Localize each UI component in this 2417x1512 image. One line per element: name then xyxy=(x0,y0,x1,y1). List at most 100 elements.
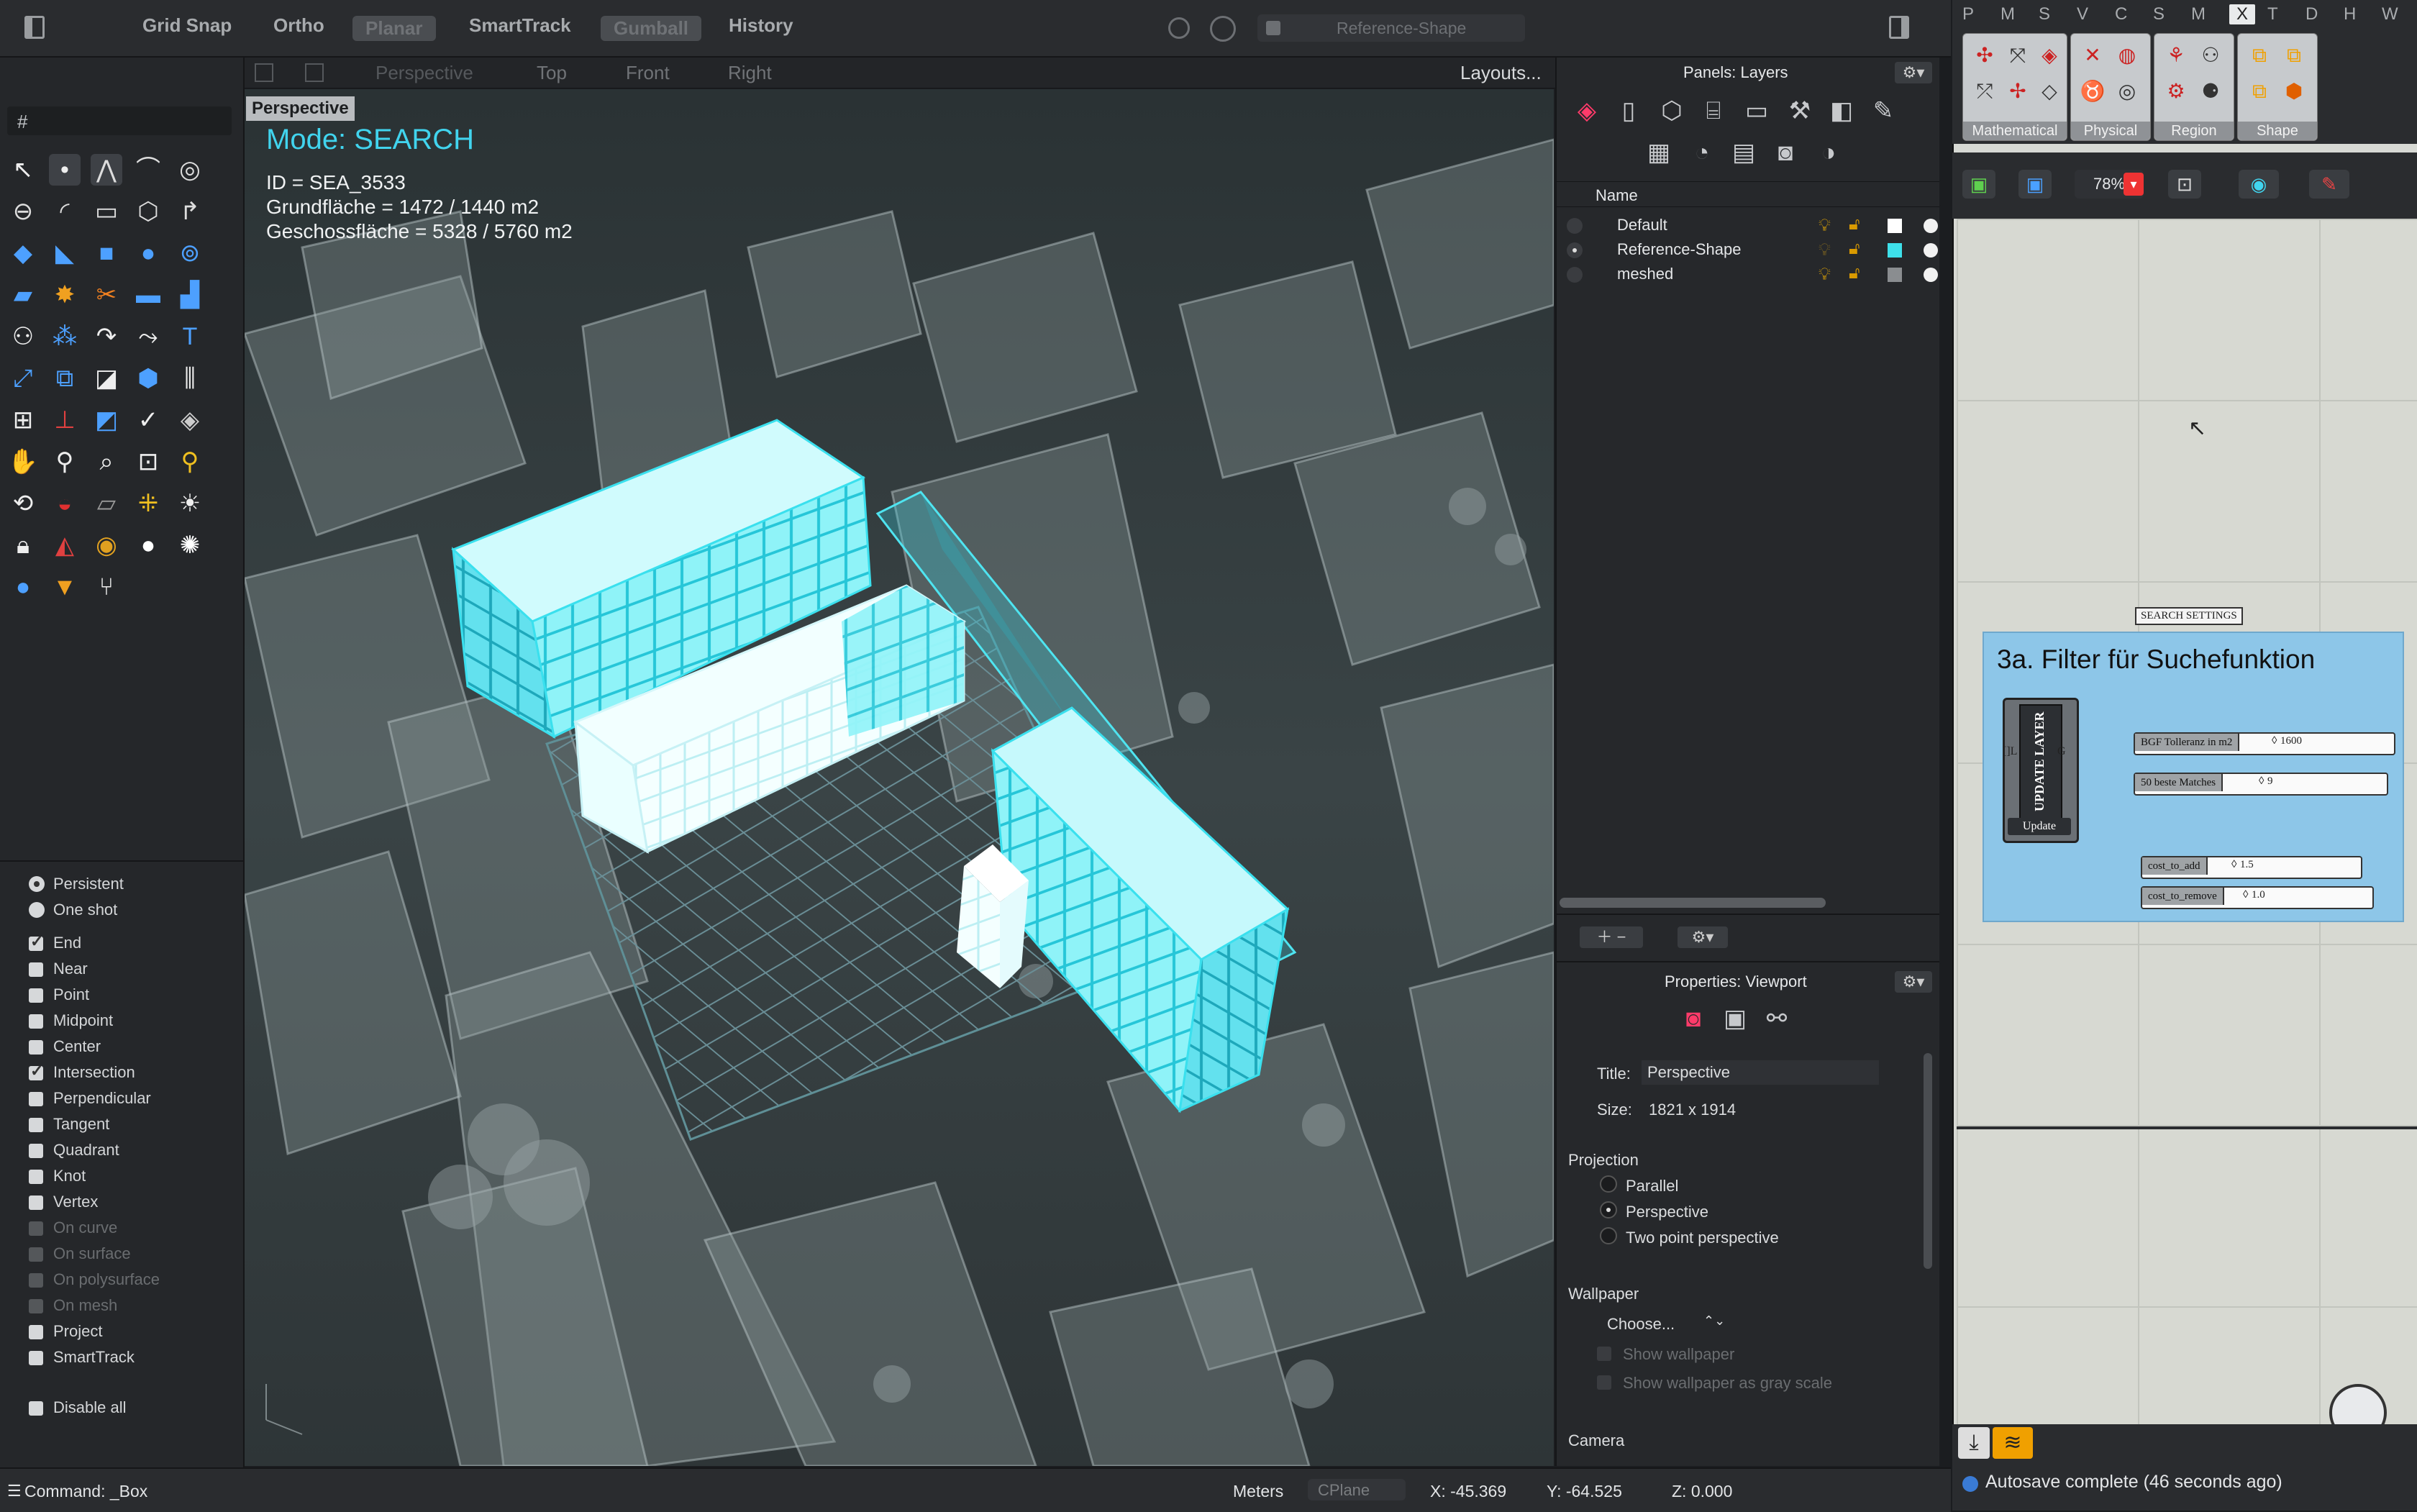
units-label[interactable]: Meters xyxy=(1233,1482,1283,1501)
download-icon[interactable]: ⤓ xyxy=(1958,1427,1990,1459)
update-layer-component[interactable]: UPDATE LAYER Update xyxy=(2003,698,2079,843)
cplane-icon[interactable]: ▱ xyxy=(91,488,122,519)
shape-component-icon[interactable]: ⧉ xyxy=(2245,77,2274,106)
material-swatch[interactable] xyxy=(1924,219,1938,233)
text-icon[interactable]: T xyxy=(174,321,206,352)
hierarchy-icon[interactable]: ⑂ xyxy=(91,571,122,603)
osnap-icon[interactable] xyxy=(1210,16,1236,42)
name-column-header[interactable]: Name xyxy=(1596,186,1638,205)
lock-icon[interactable]: 🔓︎ xyxy=(1849,263,1860,283)
add-remove-layer-icon[interactable]: ＋ − xyxy=(1580,926,1643,948)
tab-top[interactable]: Top xyxy=(537,62,567,84)
lock-icon[interactable]: 🔒︎ xyxy=(7,529,39,561)
layout-page-icon[interactable]: ⌸ xyxy=(1698,95,1729,127)
mesh-icon[interactable]: ◩ xyxy=(91,404,122,436)
split-icon[interactable]: ▬ xyxy=(132,279,164,311)
gh-tab[interactable]: X xyxy=(2229,4,2256,24)
link-props-icon[interactable]: ⚯ xyxy=(1761,1003,1793,1034)
frame-props-icon[interactable]: ▣ xyxy=(1719,1003,1751,1034)
display-icon[interactable]: ▭ xyxy=(1741,95,1772,127)
ungroup-icon[interactable]: ⁂ xyxy=(49,321,81,352)
physical-component-icon[interactable]: ◍ xyxy=(2113,41,2141,70)
properties-gear-icon[interactable]: ⚙▾ xyxy=(1895,971,1932,993)
zoom-selected-icon[interactable]: ⚲ xyxy=(174,446,206,478)
gumball-toggle[interactable]: Gumball xyxy=(601,16,702,41)
slider-grip[interactable]: ◊ xyxy=(2272,735,2277,747)
layer-color-swatch[interactable] xyxy=(1888,268,1902,282)
environment-tab-icon[interactable]: ◔ xyxy=(1686,137,1718,168)
region-component-icon[interactable]: ⚘ xyxy=(2162,41,2190,70)
cost-to-add-slider[interactable]: cost_to_add ◊ 1.5 xyxy=(2141,856,2362,879)
layer-name[interactable]: Reference-Shape xyxy=(1617,240,1741,259)
render-sphere-icon[interactable]: ● xyxy=(132,529,164,561)
physical-component-icon[interactable]: ◎ xyxy=(2113,77,2141,106)
gh-tab[interactable]: M xyxy=(2191,4,2206,24)
tab-right[interactable]: Right xyxy=(728,62,772,84)
ellipse-icon[interactable]: ⊖ xyxy=(7,196,39,227)
tab-front[interactable]: Front xyxy=(626,62,670,84)
layer-color-swatch[interactable] xyxy=(1888,219,1902,233)
layers-tab-icon[interactable]: ◈ xyxy=(1571,95,1603,127)
right-sidebar-toggle-icon[interactable] xyxy=(1889,16,1909,39)
current-layer-dot[interactable] xyxy=(1567,242,1583,258)
layer-row[interactable]: Default 💡︎ 🔓︎ xyxy=(1557,213,1939,237)
ground-plane-icon[interactable]: ▤ xyxy=(1728,137,1760,168)
sphere-icon[interactable]: ● xyxy=(132,237,164,269)
gh-tab[interactable]: C xyxy=(2115,4,2127,24)
plugin-icon[interactable]: ≋ xyxy=(1993,1427,2033,1459)
gh-tab[interactable]: P xyxy=(1962,4,1974,24)
layers-scrollbar[interactable] xyxy=(1560,898,1826,908)
shape-component-icon[interactable]: ⬢ xyxy=(2280,77,2308,106)
gh-tab[interactable]: V xyxy=(2077,4,2088,24)
current-layer-selector[interactable]: Reference-Shape xyxy=(1257,14,1525,42)
lock-icon[interactable]: 🔓︎ xyxy=(1849,214,1860,234)
surface-icon[interactable]: ◆ xyxy=(7,237,39,269)
shape-component-icon[interactable]: ⧉ xyxy=(2245,41,2274,70)
cost-to-remove-slider[interactable]: cost_to_remove ◊ 1.0 xyxy=(2141,886,2374,909)
material-swatch[interactable] xyxy=(1924,243,1938,258)
cylinder-icon[interactable]: ⊚ xyxy=(174,237,206,269)
rotate-icon[interactable]: ↷ xyxy=(91,321,122,352)
group-icon[interactable]: ⚇ xyxy=(7,321,39,352)
environment-icon[interactable]: ● xyxy=(7,571,39,603)
planar-toggle[interactable]: Planar xyxy=(352,16,436,41)
layer-color-swatch[interactable] xyxy=(1888,243,1902,258)
best-matches-slider[interactable]: 50 beste Matches ◊ 9 xyxy=(2134,773,2388,796)
open-file-icon[interactable]: ▣ xyxy=(1962,170,1995,199)
arc-icon[interactable]: ◜ xyxy=(49,196,81,227)
gh-tab[interactable]: W xyxy=(2382,4,2398,24)
trim-icon[interactable]: ✂ xyxy=(91,279,122,311)
sidebar-toggle-icon[interactable] xyxy=(24,16,45,39)
circle-icon[interactable]: ◎ xyxy=(174,154,206,186)
zoom-extents-icon[interactable]: ⊡ xyxy=(132,446,164,478)
explode-icon[interactable]: ✸ xyxy=(49,279,81,311)
copy-icon[interactable]: ⧉ xyxy=(49,363,81,394)
curve-icon[interactable]: ⌒ xyxy=(132,154,164,186)
viewport-grid-icon[interactable] xyxy=(255,63,273,82)
title-field[interactable]: Perspective xyxy=(1642,1060,1879,1085)
dimension-icon[interactable]: ⊥ xyxy=(49,404,81,436)
math-component-icon[interactable]: ◇ xyxy=(2035,77,2064,106)
physical-component-icon[interactable]: ✕ xyxy=(2078,41,2107,70)
camera-props-icon[interactable]: ◙ xyxy=(1678,1003,1709,1034)
layout-icon[interactable]: ◈ xyxy=(174,404,206,436)
update-output-port[interactable]: G xyxy=(2057,745,2066,758)
layer-row[interactable]: Reference-Shape 💡︎ 🔓︎ xyxy=(1557,237,1939,262)
cone-icon[interactable]: ▼ xyxy=(49,571,81,603)
tools-icon[interactable]: ⚒ xyxy=(1784,95,1816,127)
layer-name[interactable]: Default xyxy=(1617,216,1667,234)
gh-tab[interactable]: D xyxy=(2306,4,2318,24)
car-icon[interactable]: ◒ xyxy=(49,488,81,519)
gray-wallpaper-checkbox[interactable] xyxy=(1597,1375,1611,1390)
math-component-icon[interactable]: ✢ xyxy=(2003,77,2032,106)
chevron-updown-icon[interactable]: ⌃⌄ xyxy=(1703,1313,1725,1329)
preview-eye-icon[interactable]: ◉ xyxy=(2239,170,2279,199)
update-input-port[interactable]: []L xyxy=(2003,745,2017,758)
zoom-dropdown-icon[interactable]: ▾ xyxy=(2124,173,2144,196)
hand-icon[interactable]: ✋ xyxy=(7,446,39,478)
region-component-icon[interactable]: ⚈ xyxy=(2196,77,2225,106)
rectangle-icon[interactable]: ▭ xyxy=(91,196,122,227)
extrude-icon[interactable]: ◣ xyxy=(49,237,81,269)
choose-wallpaper-button[interactable]: Choose... xyxy=(1607,1315,1675,1334)
grid-array-icon[interactable]: ⊞ xyxy=(7,404,39,436)
